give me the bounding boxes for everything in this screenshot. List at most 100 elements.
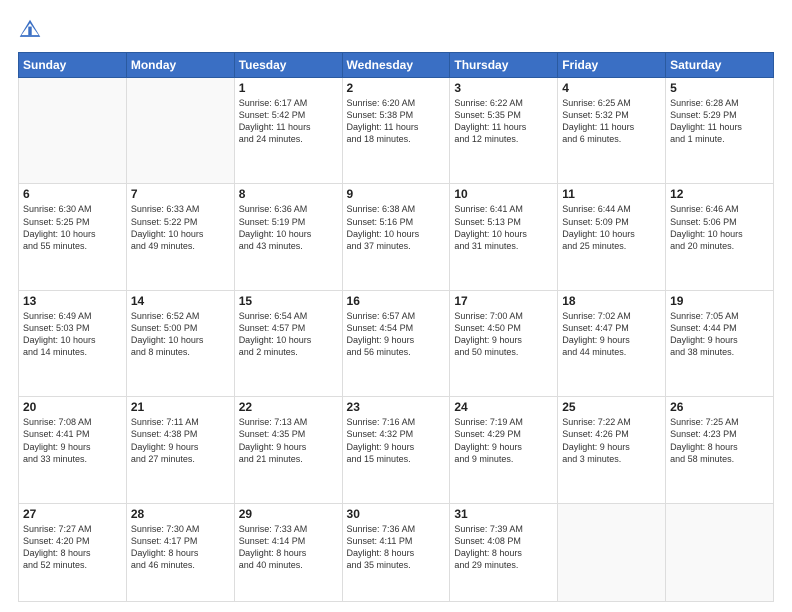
cell-info: Sunrise: 7:00 AMSunset: 4:50 PMDaylight:… [454,310,553,359]
day-number: 25 [562,400,661,414]
calendar-cell: 28 Sunrise: 7:30 AMSunset: 4:17 PMDayligh… [126,503,234,601]
cell-info: Sunrise: 6:44 AMSunset: 5:09 PMDaylight:… [562,203,661,252]
calendar-cell: 22 Sunrise: 7:13 AMSunset: 4:35 PMDayligh… [234,397,342,503]
cell-info: Sunrise: 7:30 AMSunset: 4:17 PMDaylight:… [131,523,230,572]
calendar-cell: 1 Sunrise: 6:17 AMSunset: 5:42 PMDaylight… [234,78,342,184]
calendar-cell: 13 Sunrise: 6:49 AMSunset: 5:03 PMDayligh… [19,290,127,396]
calendar-cell: 6 Sunrise: 6:30 AMSunset: 5:25 PMDaylight… [19,184,127,290]
cell-info: Sunrise: 6:38 AMSunset: 5:16 PMDaylight:… [347,203,446,252]
logo-icon [18,18,42,42]
calendar-cell: 25 Sunrise: 7:22 AMSunset: 4:26 PMDayligh… [558,397,666,503]
day-number: 12 [670,187,769,201]
calendar-cell: 19 Sunrise: 7:05 AMSunset: 4:44 PMDayligh… [666,290,774,396]
cell-info: Sunrise: 6:49 AMSunset: 5:03 PMDaylight:… [23,310,122,359]
calendar-cell: 11 Sunrise: 6:44 AMSunset: 5:09 PMDayligh… [558,184,666,290]
day-number: 7 [131,187,230,201]
calendar-cell [666,503,774,601]
cell-info: Sunrise: 6:46 AMSunset: 5:06 PMDaylight:… [670,203,769,252]
day-number: 21 [131,400,230,414]
day-number: 15 [239,294,338,308]
cell-info: Sunrise: 7:13 AMSunset: 4:35 PMDaylight:… [239,416,338,465]
day-number: 2 [347,81,446,95]
calendar-cell: 30Sunrise: 7:36 AMSunset: 4:11 PMDayligh… [342,503,450,601]
weekday-header: Saturday [666,53,774,78]
cell-info: Sunrise: 7:11 AMSunset: 4:38 PMDaylight:… [131,416,230,465]
cell-info: Sunrise: 7:33 AMSunset: 4:14 PMDaylight:… [239,523,338,572]
cell-info: Sunrise: 6:36 AMSunset: 5:19 PMDaylight:… [239,203,338,252]
calendar-cell: 29 Sunrise: 7:33 AMSunset: 4:14 PMDayligh… [234,503,342,601]
weekday-header: Wednesday [342,53,450,78]
day-number: 18 [562,294,661,308]
weekday-header: Sunday [19,53,127,78]
day-number: 10 [454,187,553,201]
cell-info: Sunrise: 6:33 AMSunset: 5:22 PMDaylight:… [131,203,230,252]
calendar-cell: 9 Sunrise: 6:38 AMSunset: 5:16 PMDaylight… [342,184,450,290]
weekday-header: Monday [126,53,234,78]
cell-info: Sunrise: 6:25 AMSunset: 5:32 PMDaylight:… [562,97,661,146]
calendar-cell: 12 Sunrise: 6:46 AMSunset: 5:06 PMDayligh… [666,184,774,290]
calendar-cell: 8 Sunrise: 6:36 AMSunset: 5:19 PMDaylight… [234,184,342,290]
day-number: 28 [131,507,230,521]
calendar-cell: 16Sunrise: 6:57 AMSunset: 4:54 PMDayligh… [342,290,450,396]
calendar-cell: 21 Sunrise: 7:11 AMSunset: 4:38 PMDayligh… [126,397,234,503]
cell-info: Sunrise: 7:36 AMSunset: 4:11 PMDaylight:… [347,523,446,572]
cell-info: Sunrise: 6:30 AMSunset: 5:25 PMDaylight:… [23,203,122,252]
day-number: 5 [670,81,769,95]
cell-info: Sunrise: 7:16 AMSunset: 4:32 PMDaylight:… [347,416,446,465]
cell-info: Sunrise: 7:27 AMSunset: 4:20 PMDaylight:… [23,523,122,572]
cell-info: Sunrise: 6:20 AMSunset: 5:38 PMDaylight:… [347,97,446,146]
day-number: 23 [347,400,446,414]
calendar-cell: 17 Sunrise: 7:00 AMSunset: 4:50 PMDayligh… [450,290,558,396]
day-number: 6 [23,187,122,201]
calendar-cell: 10 Sunrise: 6:41 AMSunset: 5:13 PMDayligh… [450,184,558,290]
day-number: 4 [562,81,661,95]
calendar-cell: 15Sunrise: 6:54 AMSunset: 4:57 PMDayligh… [234,290,342,396]
day-number: 9 [347,187,446,201]
calendar-cell: 2 Sunrise: 6:20 AMSunset: 5:38 PMDaylight… [342,78,450,184]
day-number: 24 [454,400,553,414]
calendar-cell: 4 Sunrise: 6:25 AMSunset: 5:32 PMDaylight… [558,78,666,184]
day-number: 31 [454,507,553,521]
calendar-cell [558,503,666,601]
cell-info: Sunrise: 6:17 AMSunset: 5:42 PMDaylight:… [239,97,338,146]
calendar-cell [126,78,234,184]
cell-info: Sunrise: 6:22 AMSunset: 5:35 PMDaylight:… [454,97,553,146]
cell-info: Sunrise: 7:25 AMSunset: 4:23 PMDaylight:… [670,416,769,465]
day-number: 16 [347,294,446,308]
cell-info: Sunrise: 7:22 AMSunset: 4:26 PMDaylight:… [562,416,661,465]
calendar-cell: 7 Sunrise: 6:33 AMSunset: 5:22 PMDaylight… [126,184,234,290]
day-number: 1 [239,81,338,95]
calendar-cell: 5 Sunrise: 6:28 AMSunset: 5:29 PMDaylight… [666,78,774,184]
calendar-cell: 27 Sunrise: 7:27 AMSunset: 4:20 PMDayligh… [19,503,127,601]
cell-info: Sunrise: 7:39 AMSunset: 4:08 PMDaylight:… [454,523,553,572]
day-number: 19 [670,294,769,308]
day-number: 11 [562,187,661,201]
calendar-cell: 14 Sunrise: 6:52 AMSunset: 5:00 PMDayligh… [126,290,234,396]
cell-info: Sunrise: 6:52 AMSunset: 5:00 PMDaylight:… [131,310,230,359]
calendar-cell [19,78,127,184]
day-number: 13 [23,294,122,308]
page: SundayMondayTuesdayWednesdayThursdayFrid… [0,0,792,612]
cell-info: Sunrise: 7:05 AMSunset: 4:44 PMDaylight:… [670,310,769,359]
cell-info: Sunrise: 6:28 AMSunset: 5:29 PMDaylight:… [670,97,769,146]
calendar-cell: 24 Sunrise: 7:19 AMSunset: 4:29 PMDayligh… [450,397,558,503]
day-number: 27 [23,507,122,521]
day-number: 20 [23,400,122,414]
calendar-cell: 20 Sunrise: 7:08 AMSunset: 4:41 PMDayligh… [19,397,127,503]
day-number: 29 [239,507,338,521]
cell-info: Sunrise: 7:08 AMSunset: 4:41 PMDaylight:… [23,416,122,465]
day-number: 14 [131,294,230,308]
day-number: 26 [670,400,769,414]
weekday-header: Tuesday [234,53,342,78]
calendar-cell: 31 Sunrise: 7:39 AMSunset: 4:08 PMDayligh… [450,503,558,601]
day-number: 17 [454,294,553,308]
cell-info: Sunrise: 7:19 AMSunset: 4:29 PMDaylight:… [454,416,553,465]
calendar-cell: 26 Sunrise: 7:25 AMSunset: 4:23 PMDayligh… [666,397,774,503]
weekday-header: Thursday [450,53,558,78]
weekday-header: Friday [558,53,666,78]
calendar-cell: 23 Sunrise: 7:16 AMSunset: 4:32 PMDayligh… [342,397,450,503]
day-number: 22 [239,400,338,414]
cell-info: Sunrise: 6:41 AMSunset: 5:13 PMDaylight:… [454,203,553,252]
day-number: 3 [454,81,553,95]
day-number: 8 [239,187,338,201]
